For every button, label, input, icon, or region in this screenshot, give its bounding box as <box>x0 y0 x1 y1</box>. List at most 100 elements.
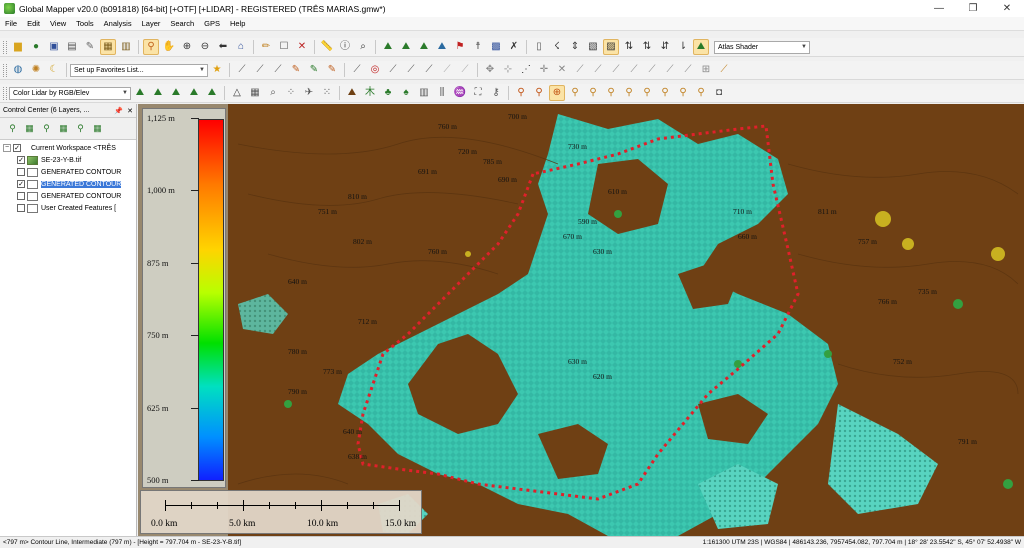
shader-terrain-icon[interactable]: ⛰ <box>693 39 709 55</box>
search-feature-icon[interactable]: ⌕ <box>355 39 371 55</box>
add-vertex-icon[interactable]: ⊹ <box>500 62 516 78</box>
connect-vertex-icon[interactable]: ⋰ <box>518 62 534 78</box>
powerline-icon[interactable]: ⫼ <box>434 85 450 101</box>
layer-metadata-icon[interactable]: ▦ <box>56 121 71 136</box>
split-line-icon[interactable]: ⟋ <box>403 62 419 78</box>
digitize-path-icon[interactable]: ⟋ <box>252 62 268 78</box>
layer-row[interactable]: ✓ SE-23-Y-B.tif <box>3 154 136 166</box>
zoom-in-icon[interactable]: ⊕ <box>179 39 195 55</box>
disabled-tool-icon[interactable]: ⟋ <box>439 62 455 78</box>
menu-layer[interactable]: Layer <box>137 19 166 28</box>
snap-vertex-icon[interactable]: ✛ <box>536 62 552 78</box>
zoom-out-icon[interactable]: ⊖ <box>197 39 213 55</box>
warning-triangle-icon[interactable]: △ <box>229 85 245 101</box>
overview-icon[interactable]: ▥ <box>118 39 134 55</box>
toolbar-grip[interactable] <box>3 86 7 100</box>
open-folder-icon[interactable]: ▆ <box>10 39 26 55</box>
water-drop-icon[interactable]: ♒ <box>452 85 468 101</box>
pan-hand-icon[interactable]: ✋ <box>161 39 177 55</box>
star-icon[interactable]: ★ <box>209 62 225 78</box>
wrench-icon[interactable]: ✎ <box>82 39 98 55</box>
layer-row[interactable]: User Created Features [ <box>3 202 136 214</box>
lidar-search-icon[interactable]: ⌕ <box>265 85 281 101</box>
collapse-icon[interactable]: − <box>3 144 11 152</box>
layer-project-icon[interactable]: ▦ <box>90 121 105 136</box>
home-icon[interactable]: ⌂ <box>233 39 249 55</box>
merge-feature-icon[interactable]: ⟋ <box>662 62 678 78</box>
pin-style-icon[interactable]: ⚲ <box>675 85 691 101</box>
menu-file[interactable]: File <box>0 19 22 28</box>
minimize-button[interactable]: — <box>922 0 956 17</box>
pin-group-icon[interactable]: ⚲ <box>657 85 673 101</box>
lidar-filter-icon[interactable]: ▦ <box>247 85 263 101</box>
info-icon[interactable]: ⓘ <box>337 39 353 55</box>
toolbar-grip[interactable] <box>3 40 7 54</box>
delete-feature-icon[interactable]: ✕ <box>294 39 310 55</box>
close-button[interactable]: ✕ <box>990 0 1024 17</box>
moon-icon[interactable]: ☾ <box>46 62 62 78</box>
layer-options-icon[interactable]: ⚲ <box>39 121 54 136</box>
control-center-icon[interactable]: ▦ <box>100 39 116 55</box>
crop-feature-icon[interactable]: ⟋ <box>680 62 696 78</box>
move-vertex-icon[interactable]: ✥ <box>482 62 498 78</box>
pin-icon[interactable]: ⚲ <box>513 85 529 101</box>
pin-delete-icon[interactable]: ⚲ <box>585 85 601 101</box>
lidar-classify-icon[interactable]: ⛰ <box>132 85 148 101</box>
layer-row[interactable]: GENERATED CONTOUR <box>3 190 136 202</box>
terrain-3d-icon[interactable]: ⛰ <box>398 39 414 55</box>
menu-tools[interactable]: Tools <box>71 19 99 28</box>
layer-zoom-icon[interactable]: ⚲ <box>5 121 20 136</box>
layer-checkbox[interactable]: ✓ <box>17 156 25 164</box>
vegetation-icon[interactable]: ♣ <box>380 85 396 101</box>
layer-search-icon[interactable]: ⚲ <box>73 121 88 136</box>
shader-select[interactable]: Atlas Shader ▼ <box>714 40 810 54</box>
lidar-noise-icon[interactable]: ⛰ <box>168 85 184 101</box>
raster-image-icon[interactable]: ▩ <box>488 39 504 55</box>
target-icon[interactable]: ◎ <box>367 62 383 78</box>
tree-round-icon[interactable]: ♠ <box>398 85 414 101</box>
lidar-building-icon[interactable]: ⛰ <box>186 85 202 101</box>
gear-icon[interactable]: ✺ <box>28 62 44 78</box>
layer-checkbox[interactable] <box>17 204 25 212</box>
feature-info-icon[interactable]: ☐ <box>276 39 292 55</box>
offset-feature-icon[interactable]: ⟋ <box>608 62 624 78</box>
map-canvas[interactable]: 760 m 720 m 700 m 785 m 690 m 730 m 691 m 810 m… <box>138 104 1024 536</box>
menu-view[interactable]: View <box>45 19 71 28</box>
tower-icon[interactable]: ☨ <box>470 39 486 55</box>
lidar-select-icon[interactable]: ⁘ <box>283 85 299 101</box>
pin-panel-icon[interactable]: 📌 <box>114 107 123 115</box>
lidar-tree-icon[interactable]: ⛰ <box>204 85 220 101</box>
pin-route-icon[interactable]: ⚲ <box>603 85 619 101</box>
back-arrow-icon[interactable]: ⬅ <box>215 39 231 55</box>
tree-extract-icon[interactable]: ⽊ <box>362 85 378 101</box>
digitize-area-icon[interactable]: ✎ <box>306 62 322 78</box>
layout-icon[interactable]: ▯ <box>531 39 547 55</box>
menu-help[interactable]: Help <box>225 19 250 28</box>
digitize-line-icon[interactable]: ⟋ <box>234 62 250 78</box>
measure-line-icon[interactable]: ⟋ <box>349 62 365 78</box>
flag-icon[interactable]: ⚑ <box>452 39 468 55</box>
lidar-fly-icon[interactable]: ✈ <box>301 85 317 101</box>
favorites-select[interactable]: Set up Favorites List... ▼ <box>70 63 208 77</box>
terrain-slope-icon[interactable]: ⛶ <box>470 85 486 101</box>
legend-toggle-icon[interactable]: ⇂ <box>675 39 691 55</box>
disabled-tool-2-icon[interactable]: ⟋ <box>457 62 473 78</box>
digitize-edit-icon[interactable]: ⟋ <box>270 62 286 78</box>
layer-checkbox[interactable]: ✓ <box>17 180 25 188</box>
key-icon[interactable]: ⚷ <box>488 85 504 101</box>
building-extract-icon[interactable]: ▥ <box>416 85 432 101</box>
cut-line-icon[interactable]: ⟋ <box>385 62 401 78</box>
copy-feature-icon[interactable]: ⟋ <box>644 62 660 78</box>
zoom-tool-icon[interactable]: ⚲ <box>143 39 159 55</box>
layer-checkbox[interactable] <box>17 192 25 200</box>
smooth-line-icon[interactable]: ⟋ <box>421 62 437 78</box>
workspace-row[interactable]: − ✓ Current Workspace <TRÊS <box>3 142 136 154</box>
map-view[interactable]: 760 m 720 m 700 m 785 m 690 m 730 m 691 m 810 m… <box>138 104 1024 536</box>
tools-cross-icon[interactable]: ✗ <box>506 39 522 55</box>
pencil-icon[interactable]: ✏ <box>258 39 274 55</box>
globe-web-icon[interactable]: ◍ <box>10 62 26 78</box>
menu-gps[interactable]: GPS <box>199 19 225 28</box>
elevation-adjust-icon[interactable]: ⇵ <box>657 39 673 55</box>
lidar-points-icon[interactable]: ⁙ <box>319 85 335 101</box>
crosshair-icon[interactable]: ⊕ <box>549 85 565 101</box>
